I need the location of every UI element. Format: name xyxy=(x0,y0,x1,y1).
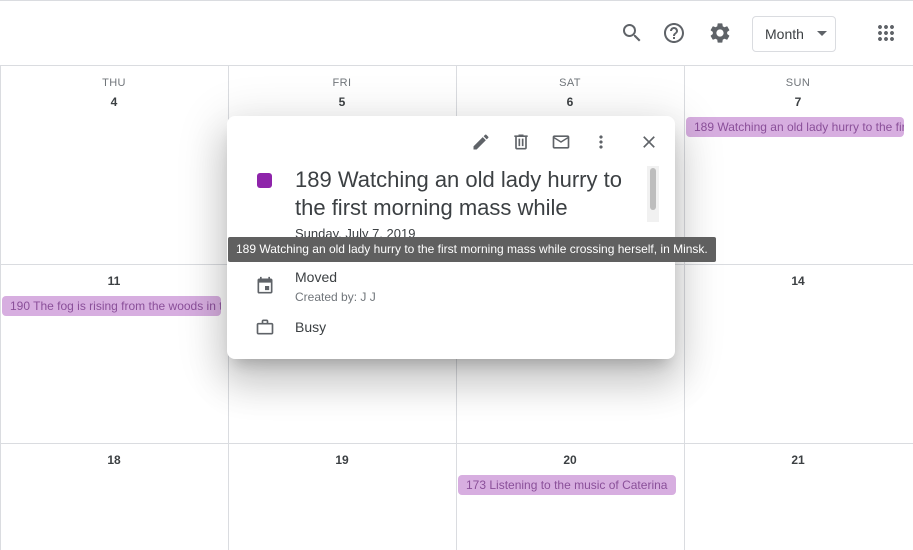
day-number[interactable]: 6 xyxy=(456,95,684,109)
day-number[interactable]: 7 xyxy=(684,95,912,109)
event-title: 189 Watching an old lady hurry to the fi… xyxy=(295,167,622,220)
grid-divider xyxy=(0,443,913,444)
event-chip[interactable]: 189 Watching an old lady hurry to the fi… xyxy=(686,117,904,137)
day-number[interactable]: 20 xyxy=(456,453,684,467)
calendar-name: Moved xyxy=(295,269,338,285)
event-chip[interactable]: 190 The fog is rising from the woods in … xyxy=(2,296,221,316)
day-number[interactable]: 14 xyxy=(684,274,912,288)
view-selector[interactable]: Month xyxy=(752,16,836,52)
close-icon[interactable] xyxy=(635,128,663,156)
created-by: Created by: J J xyxy=(295,290,376,304)
search-icon[interactable] xyxy=(616,17,648,49)
view-selector-label: Month xyxy=(765,26,804,42)
weekday-header-sat: SAT xyxy=(559,77,581,89)
day-number[interactable]: 11 xyxy=(0,274,228,288)
day-number[interactable]: 19 xyxy=(228,453,456,467)
top-bar: Month xyxy=(0,0,913,66)
trash-icon[interactable] xyxy=(507,128,535,156)
weekday-header-sun: SUN xyxy=(785,77,811,89)
grid-divider xyxy=(0,66,1,550)
briefcase-icon xyxy=(255,317,275,337)
help-icon[interactable] xyxy=(658,17,690,49)
event-color-swatch xyxy=(257,173,272,188)
calendar-icon xyxy=(255,276,275,296)
day-number[interactable]: 5 xyxy=(228,95,456,109)
event-chip[interactable]: 173 Listening to the music of Caterina xyxy=(458,475,676,495)
day-number[interactable]: 18 xyxy=(0,453,228,467)
weekday-header-thu: THU xyxy=(102,77,126,89)
day-number[interactable]: 4 xyxy=(0,95,228,109)
grid-divider xyxy=(684,66,685,550)
more-options-icon[interactable] xyxy=(587,128,615,156)
day-number[interactable]: 21 xyxy=(684,453,912,467)
gear-icon[interactable] xyxy=(704,17,736,49)
title-tooltip: 189 Watching an old lady hurry to the fi… xyxy=(228,237,716,262)
chevron-down-icon xyxy=(817,31,827,36)
apps-grid-icon[interactable] xyxy=(870,17,902,49)
edit-icon[interactable] xyxy=(467,128,495,156)
email-icon[interactable] xyxy=(547,128,575,156)
weekday-header-fri: FRI xyxy=(332,77,352,89)
scrollbar-thumb[interactable] xyxy=(650,168,656,210)
availability-status: Busy xyxy=(295,319,327,335)
